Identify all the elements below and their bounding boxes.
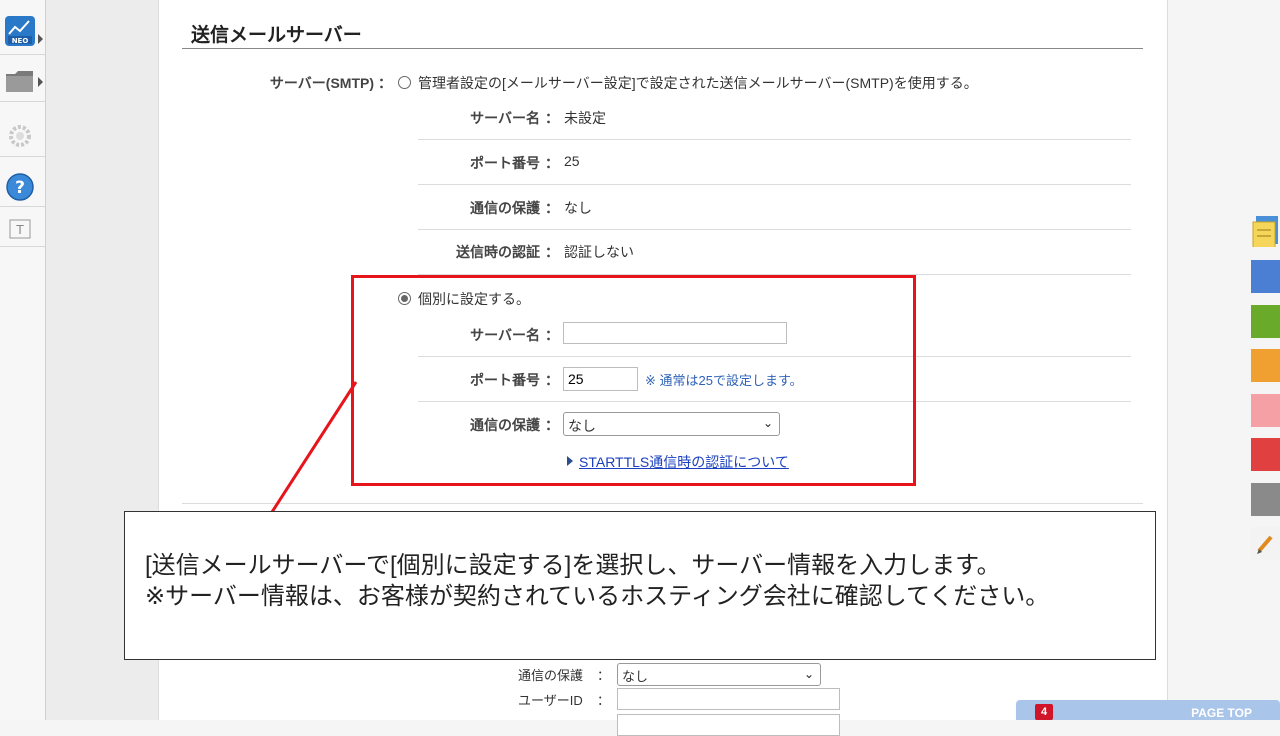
- below-protection-select[interactable]: なし ⌄: [617, 663, 821, 686]
- user-id-label: ユーザーID: [518, 693, 583, 708]
- page-top-bar[interactable]: PAGE TOP: [1016, 700, 1280, 720]
- chevron-down-icon: ⌄: [803, 667, 814, 681]
- red-tab[interactable]: [1251, 438, 1280, 471]
- notification-badge: 4: [1035, 704, 1053, 720]
- below-protection-label: 通信の保護: [518, 668, 584, 683]
- callout-line-2: ※サーバー情報は、お客様が契約されているホスティング会社に確認してください。: [145, 583, 1050, 610]
- pencil-icon[interactable]: [1251, 527, 1280, 560]
- gray-tab[interactable]: [1251, 483, 1280, 516]
- page-top-label: PAGE TOP: [1191, 706, 1252, 720]
- user-id-input[interactable]: [617, 688, 840, 710]
- pink-tab[interactable]: [1251, 394, 1280, 427]
- callout-line-1: [送信メールサーバーで[個別に設定する]を選択し、サーバー情報を入力します。: [145, 552, 1001, 579]
- orange-tab[interactable]: [1251, 349, 1280, 382]
- memo-icon[interactable]: [1251, 214, 1280, 247]
- password-input[interactable]: [617, 714, 840, 736]
- callout-text: [送信メールサーバーで[個別に設定する]を選択し、サーバー情報を入力します。 ※…: [145, 550, 1049, 612]
- colon: ：: [597, 693, 611, 708]
- colon: ：: [597, 668, 611, 683]
- below-protection-value: なし: [622, 669, 649, 684]
- instruction-callout: [送信メールサーバーで[個別に設定する]を選択し、サーバー情報を入力します。 ※…: [124, 511, 1156, 660]
- green-tab[interactable]: [1251, 305, 1280, 338]
- blue-tab[interactable]: [1251, 260, 1280, 293]
